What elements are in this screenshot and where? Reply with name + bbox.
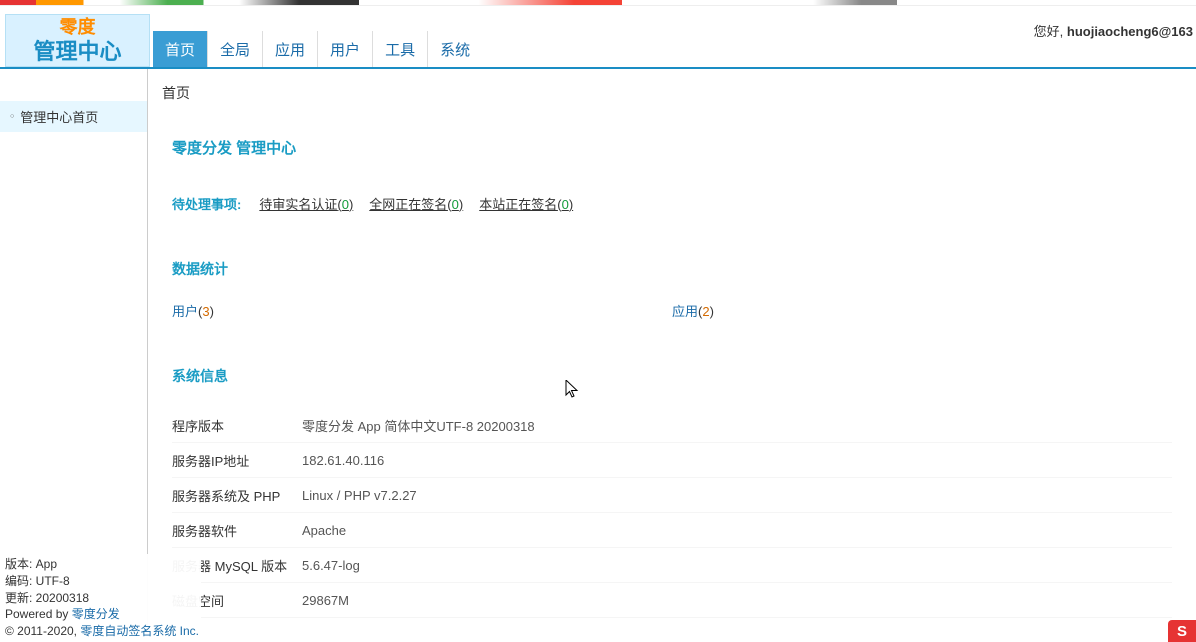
- greeting: 您好, huojiaocheng6@163: [1034, 21, 1193, 40]
- footer-update: 更新: 20200318: [5, 590, 199, 607]
- footer-encoding: 编码: UTF-8: [5, 573, 199, 590]
- nav-tab-user[interactable]: 用户: [317, 31, 372, 67]
- pending-link-global-sign[interactable]: 全网正在签名(0): [369, 194, 463, 213]
- table-row: 服务器 MySQL 版本5.6.47-log: [172, 548, 1172, 583]
- footer-copy: © 2011-2020, 零度自动签名系统 Inc.: [5, 623, 199, 640]
- logo-bottom-text: 管理中心: [33, 39, 121, 65]
- footer-powered: Powered by 零度分发: [5, 606, 199, 623]
- footer-version: 版本: App: [5, 556, 199, 573]
- pending-row: 待处理事项: 待审实名认证(0) 全网正在签名(0) 本站正在签名(0): [172, 194, 1172, 213]
- main-wrap: 管理中心首页 首页 零度分发 管理中心 待处理事项: 待审实名认证(0) 全网正…: [0, 69, 1196, 629]
- stats-title: 数据统计: [172, 259, 1172, 279]
- table-row: 磁盘空间29867M: [172, 583, 1172, 618]
- footer-copy-link[interactable]: 零度自动签名系统 Inc.: [80, 624, 199, 638]
- table-row: 服务器系统及 PHPLinux / PHP v7.2.27: [172, 478, 1172, 513]
- sysinfo-title: 系统信息: [172, 366, 1172, 386]
- logo[interactable]: 零度 管理中心: [5, 14, 150, 67]
- nav-tab-system[interactable]: 系统: [427, 31, 482, 67]
- table-row: 服务器IP地址182.61.40.116: [172, 443, 1172, 478]
- inner-box: 零度分发 管理中心 待处理事项: 待审实名认证(0) 全网正在签名(0) 本站正…: [162, 103, 1182, 629]
- nav-tab-home[interactable]: 首页: [153, 31, 207, 67]
- nav-tabs: 首页 全局 应用 用户 工具 系统: [153, 31, 482, 67]
- pending-link-site-sign[interactable]: 本站正在签名(0): [479, 194, 573, 213]
- pending-link-realname[interactable]: 待审实名认证(0): [259, 194, 353, 213]
- table-row: 服务器软件Apache: [172, 513, 1172, 548]
- greeting-prefix: 您好,: [1034, 24, 1067, 39]
- sidebar-item-home[interactable]: 管理中心首页: [0, 101, 147, 132]
- header: 零度 管理中心 首页 全局 应用 用户 工具 系统 您好, huojiaoche…: [0, 6, 1196, 69]
- sidebar: 管理中心首页: [0, 69, 148, 629]
- nav-area: 首页 全局 应用 用户 工具 系统 您好, huojiaocheng6@163: [150, 6, 1196, 67]
- nav-tab-app[interactable]: 应用: [262, 31, 317, 67]
- footer-powered-link[interactable]: 零度分发: [72, 607, 120, 621]
- page-title: 零度分发 管理中心: [172, 137, 1172, 158]
- table-row: 程序版本零度分发 App 简体中文UTF-8 20200318: [172, 408, 1172, 443]
- sysinfo-table: 程序版本零度分发 App 简体中文UTF-8 20200318 服务器IP地址1…: [172, 408, 1172, 629]
- stats-row: 用户(3) 应用(2): [172, 301, 1172, 320]
- content: 首页 零度分发 管理中心 待处理事项: 待审实名认证(0) 全网正在签名(0) …: [148, 69, 1196, 629]
- nav-tab-tools[interactable]: 工具: [372, 31, 427, 67]
- stat-users[interactable]: 用户(3): [172, 301, 672, 320]
- table-row: 附件上传50M: [172, 618, 1172, 629]
- stat-apps[interactable]: 应用(2): [672, 301, 1172, 320]
- breadcrumb: 首页: [148, 69, 1196, 103]
- nav-tab-global[interactable]: 全局: [207, 31, 262, 67]
- ime-badge-icon[interactable]: S: [1168, 620, 1196, 642]
- footer: 版本: App 编码: UTF-8 更新: 20200318 Powered b…: [3, 554, 201, 642]
- pending-label: 待处理事项:: [172, 194, 241, 213]
- greeting-user[interactable]: huojiaocheng6@163: [1067, 24, 1193, 39]
- logo-top-text: 零度: [60, 16, 96, 39]
